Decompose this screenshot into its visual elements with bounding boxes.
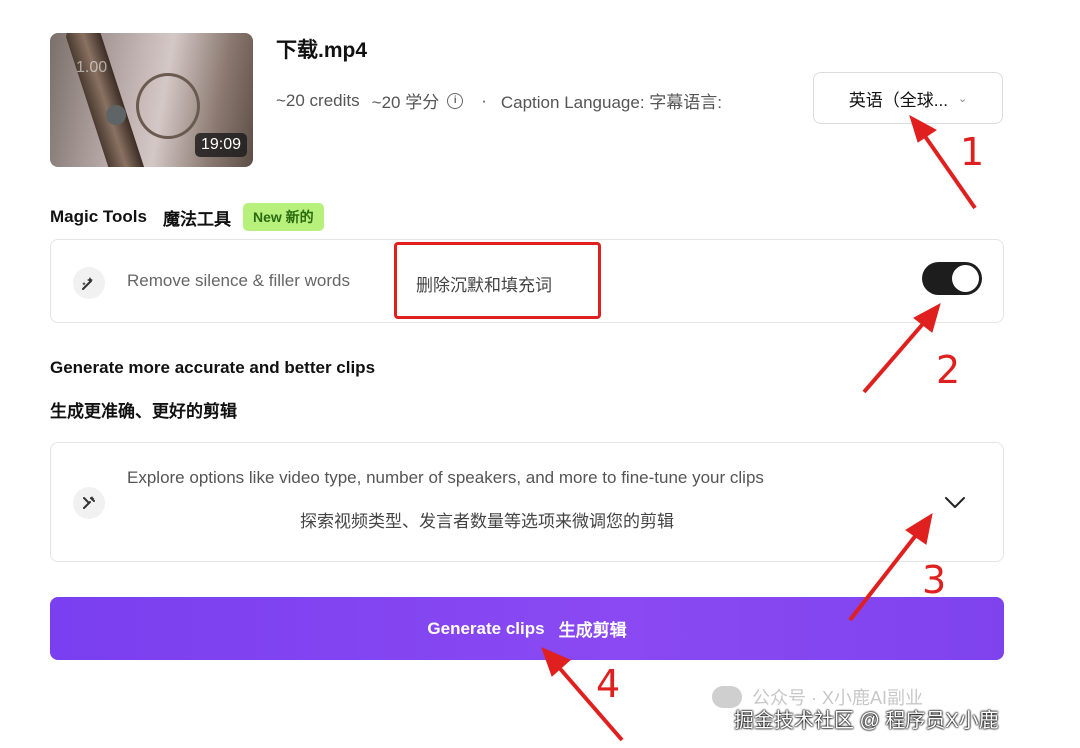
separator-dot: ·: [481, 90, 487, 110]
annotation-number-1: 1: [960, 130, 985, 174]
remove-silence-label: Remove silence & filler words: [127, 271, 350, 290]
magic-tools-heading: Magic Tools 魔法工具 New 新的: [50, 203, 324, 231]
thumbnail-ring: [136, 73, 200, 139]
caption-language-label: Caption Language: 字幕语言:: [500, 93, 722, 112]
magic-tools-title-cn: 魔法工具: [162, 209, 231, 229]
explore-options-text-cn: 探索视频类型、发言者数量等选项来微调您的剪辑: [300, 512, 674, 531]
explore-options-card[interactable]: [50, 442, 1004, 562]
generate-section-title-cn: 生成更准确、更好的剪辑: [50, 402, 237, 421]
generate-clips-button[interactable]: Generate clips 生成剪辑: [50, 597, 1004, 660]
explore-options-text: Explore options like video type, number …: [127, 468, 764, 487]
magic-tools-title: Magic Tools: [50, 207, 147, 226]
generate-section-title: Generate more accurate and better clips: [50, 358, 376, 377]
generate-clips-label-cn: 生成剪辑: [558, 621, 627, 640]
remove-silence-toggle[interactable]: [922, 262, 982, 295]
tools-icon: [73, 487, 105, 519]
caption-language-select[interactable]: 英语（全球... ⌄: [813, 72, 1003, 124]
credits-cn: ~20 学分: [371, 93, 440, 112]
caption-language-value: 英语（全球...: [848, 90, 948, 110]
video-meta: ~20 credits ~20 学分 i · Caption Language:…: [276, 88, 722, 113]
new-badge: New 新的: [242, 203, 324, 231]
credits-en: ~20 credits: [276, 90, 360, 110]
annotation-highlight-box: [394, 242, 601, 319]
magic-wand-icon: [73, 267, 105, 299]
thumbnail-knob: [106, 105, 126, 125]
expand-chevron-icon[interactable]: [943, 490, 967, 514]
video-thumbnail: 1.00 19:09: [50, 33, 253, 167]
speed-overlay: 1.00: [76, 59, 108, 76]
file-name: 下载.mp4: [276, 39, 368, 62]
annotation-number-4: 4: [596, 662, 621, 706]
annotation-number-2: 2: [936, 348, 961, 392]
watermark-juejin: 掘金技术社区 @ 程序员X小鹿: [734, 710, 999, 732]
toggle-knob: [952, 265, 979, 292]
info-icon[interactable]: i: [447, 92, 464, 109]
duration-badge: 19:09: [194, 133, 247, 157]
annotation-number-3: 3: [922, 558, 947, 602]
generate-clips-label: Generate clips: [427, 618, 545, 638]
chevron-down-icon: ⌄: [957, 92, 968, 105]
